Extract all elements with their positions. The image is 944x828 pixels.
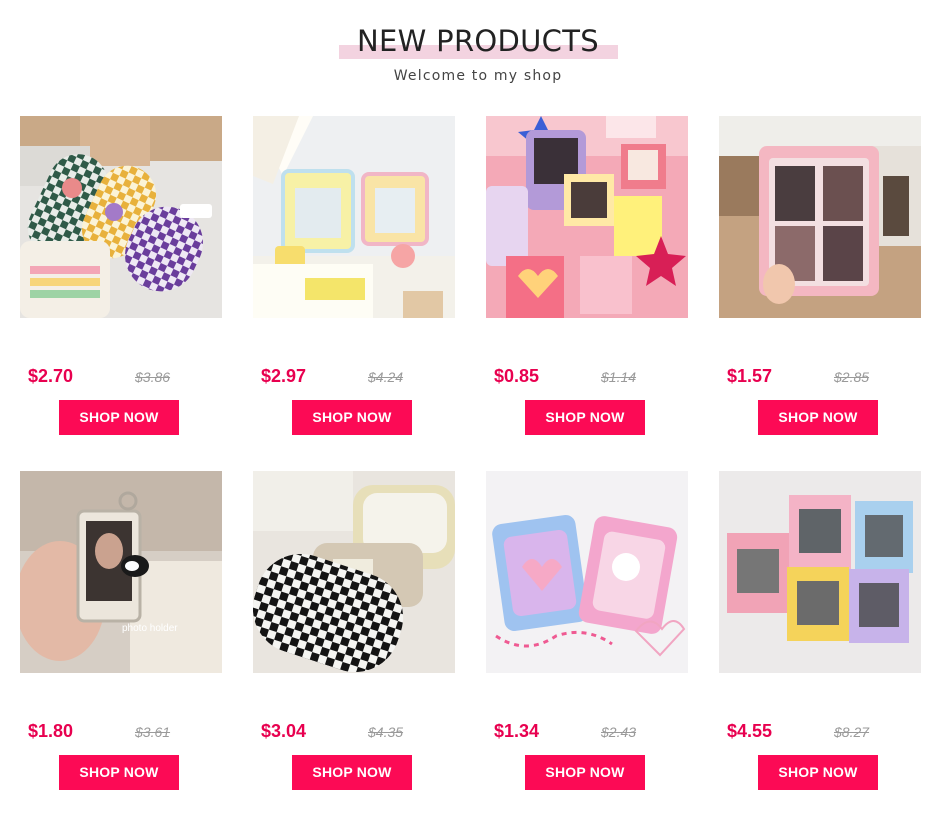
sale-price: $3.04 (261, 721, 307, 741)
product-card: $3.04 $4.35 SHOP NOW (253, 471, 455, 791)
shop-now-button[interactable]: SHOP NOW (59, 400, 179, 435)
original-price: $3.86 (135, 369, 171, 385)
original-price: $3.61 (135, 724, 171, 740)
product-image[interactable] (253, 116, 455, 318)
image-caption: photo holder (122, 623, 178, 634)
product-card: $4.55 $8.27 SHOP NOW (719, 471, 921, 791)
shop-now-button[interactable]: SHOP NOW (758, 400, 878, 435)
shop-now-button[interactable]: SHOP NOW (292, 400, 412, 435)
product-image[interactable] (253, 471, 455, 673)
photo-holder-keychain-image (20, 471, 222, 673)
section-subtitle: Welcome to my shop (393, 68, 563, 84)
photo-frame-stand-image (253, 116, 455, 318)
original-price: $2.85 (834, 369, 870, 385)
original-price: $1.14 (601, 369, 637, 385)
sale-price: $0.85 (494, 366, 540, 386)
square-frames-image (719, 471, 921, 673)
shop-now-button[interactable]: SHOP NOW (525, 755, 645, 790)
photocard-holders-image (486, 116, 688, 318)
binder-image (719, 116, 921, 318)
sale-price: $1.80 (28, 721, 74, 741)
product-image[interactable] (20, 116, 222, 318)
section-header: NEW PRODUCTS Welcome to my shop (0, 0, 944, 110)
pencil-case-image (20, 116, 222, 318)
product-image[interactable] (719, 471, 921, 673)
product-image[interactable] (486, 116, 688, 318)
checkered-pencil-case-image (253, 471, 455, 673)
sale-price: $1.57 (727, 366, 773, 386)
sale-price: $2.70 (28, 366, 74, 386)
original-price: $4.24 (368, 369, 404, 385)
product-card: photo holder $1.80 $3.61 SHOP NOW (20, 471, 222, 791)
product-card: $2.97 $4.24 SHOP NOW (253, 116, 455, 436)
product-card: $2.70 $3.86 SHOP NOW (20, 116, 222, 436)
sale-price: $2.97 (261, 366, 307, 386)
card-holder-books-image (486, 471, 688, 673)
product-image[interactable] (486, 471, 688, 673)
product-image[interactable] (719, 116, 921, 318)
original-price: $8.27 (834, 724, 870, 740)
product-image[interactable]: photo holder (20, 471, 222, 673)
sale-price: $1.34 (494, 721, 540, 741)
original-price: $4.35 (368, 724, 404, 740)
shop-now-button[interactable]: SHOP NOW (59, 755, 179, 790)
product-card: $1.57 $2.85 SHOP NOW (719, 116, 921, 436)
shop-now-button[interactable]: SHOP NOW (292, 755, 412, 790)
product-card: $0.85 $1.14 SHOP NOW (486, 116, 688, 436)
product-card: $1.34 $2.43 SHOP NOW (486, 471, 688, 791)
shop-now-button[interactable]: SHOP NOW (758, 755, 878, 790)
section-title: NEW PRODUCTS (357, 24, 599, 58)
shop-now-button[interactable]: SHOP NOW (525, 400, 645, 435)
sale-price: $4.55 (727, 721, 773, 741)
original-price: $2.43 (601, 724, 637, 740)
